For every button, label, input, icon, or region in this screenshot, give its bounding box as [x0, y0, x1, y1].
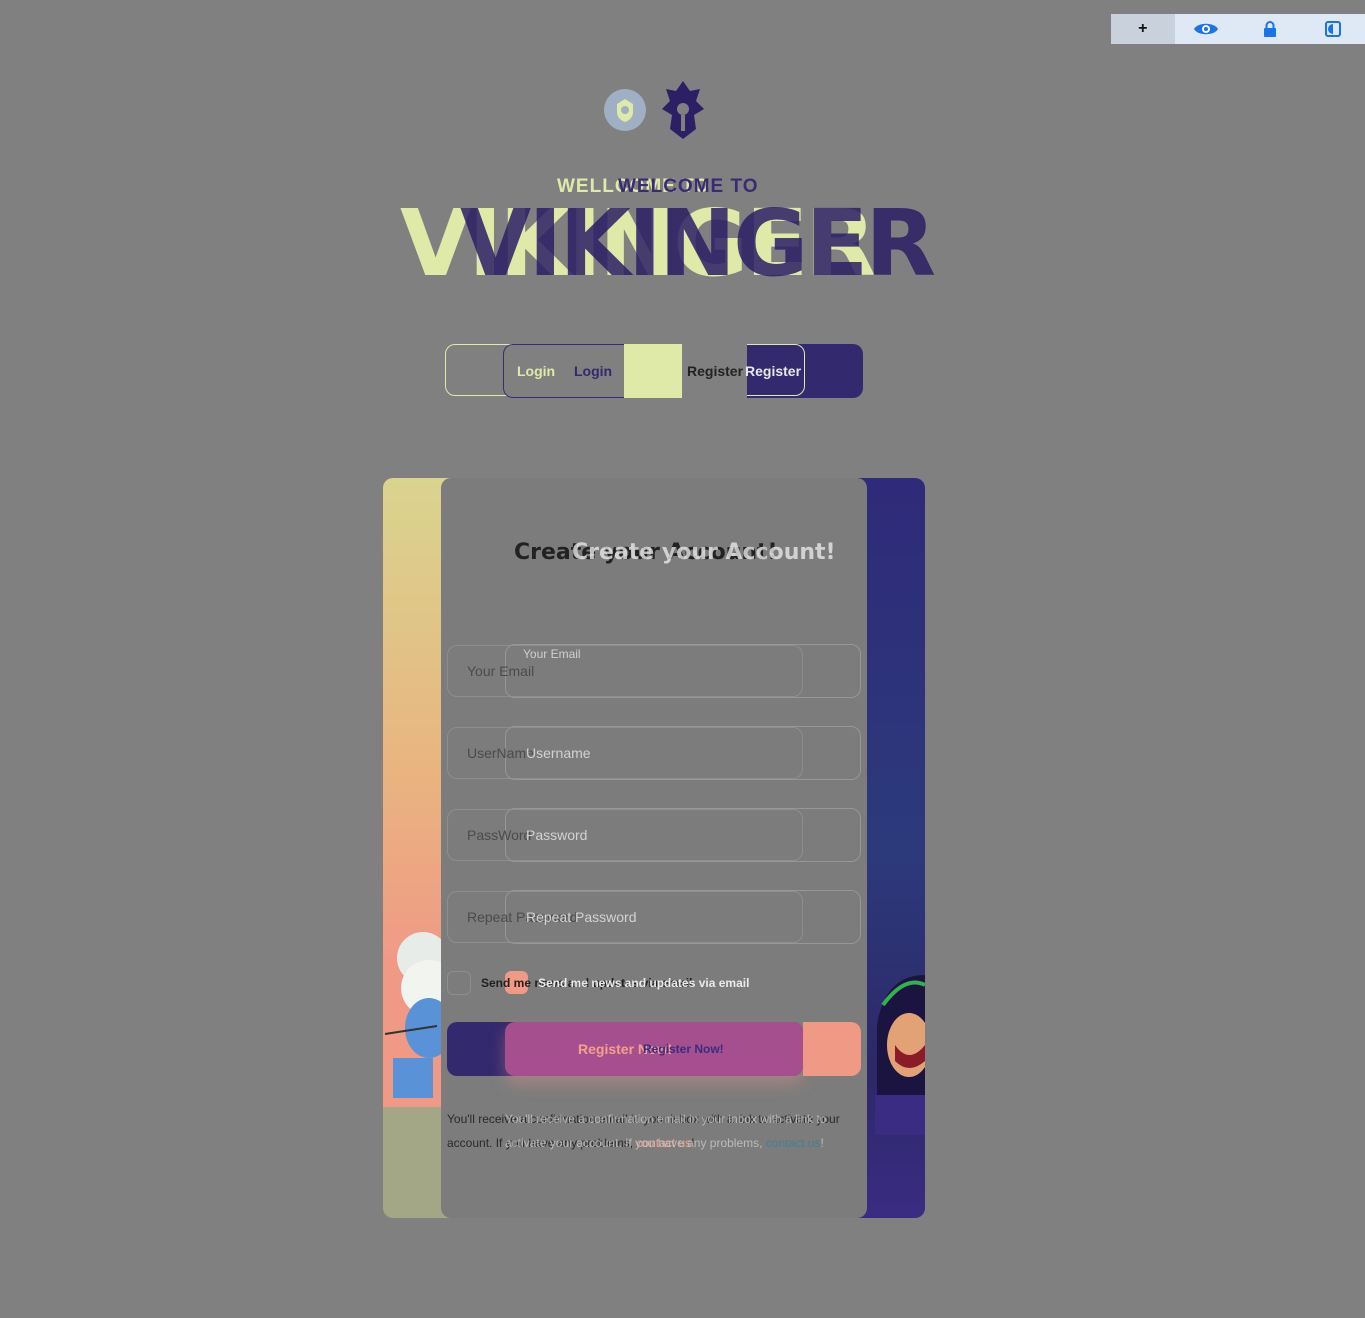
confirmation-note-b: You'll receive a confirmation email in y…	[505, 1107, 861, 1155]
password-placeholder-a: PassWord	[467, 827, 532, 843]
password-placeholder-b: Password	[526, 827, 588, 843]
character-illustration-left	[384, 932, 441, 1098]
username-placeholder-a: UserName	[467, 745, 534, 761]
newsletter-checkbox-a[interactable]	[447, 971, 471, 995]
brand-logo-dark	[662, 81, 704, 139]
lock-icon	[1263, 21, 1276, 37]
form-title-light: Create your Account!	[572, 540, 836, 565]
accessibility-toolbar: +	[1111, 14, 1365, 44]
repeat-password-placeholder-b: Repeat Password	[526, 909, 637, 925]
tab-login-dark[interactable]: Login	[574, 363, 612, 379]
register-button[interactable]: Register Now! Register Now!	[505, 1022, 803, 1076]
email-placeholder: Your Email	[467, 663, 535, 679]
register-button-label-b: Register Now!	[643, 1042, 724, 1056]
brand-logo-light	[604, 89, 646, 131]
eye-icon	[1194, 23, 1219, 35]
newsletter-label-b: Send me news and updates via email	[538, 976, 750, 990]
confirmation-note-b-suffix: !	[820, 1136, 824, 1150]
shield-logo-icon	[617, 99, 633, 122]
character-illustration-right	[875, 975, 925, 1135]
plus-icon: +	[1138, 20, 1148, 37]
tab-register-dark[interactable]: Register	[687, 363, 743, 379]
contact-us-link-b[interactable]: contact us	[766, 1136, 821, 1150]
tab-active-indicator	[624, 344, 682, 398]
plus-button[interactable]: +	[1111, 14, 1175, 44]
register-button-edge	[803, 1022, 861, 1076]
email-floating-label: Your Email	[523, 647, 581, 661]
tab-login-light[interactable]: Login	[517, 363, 555, 379]
tab-register-light[interactable]: Register	[745, 363, 801, 379]
brand-title-dark: VIKINGER	[460, 190, 936, 297]
lock-button[interactable]	[1238, 14, 1302, 44]
contrast-icon	[1325, 21, 1342, 37]
contrast-button[interactable]	[1302, 14, 1365, 44]
eye-button[interactable]	[1175, 14, 1239, 44]
username-placeholder-b: Username	[526, 745, 591, 761]
